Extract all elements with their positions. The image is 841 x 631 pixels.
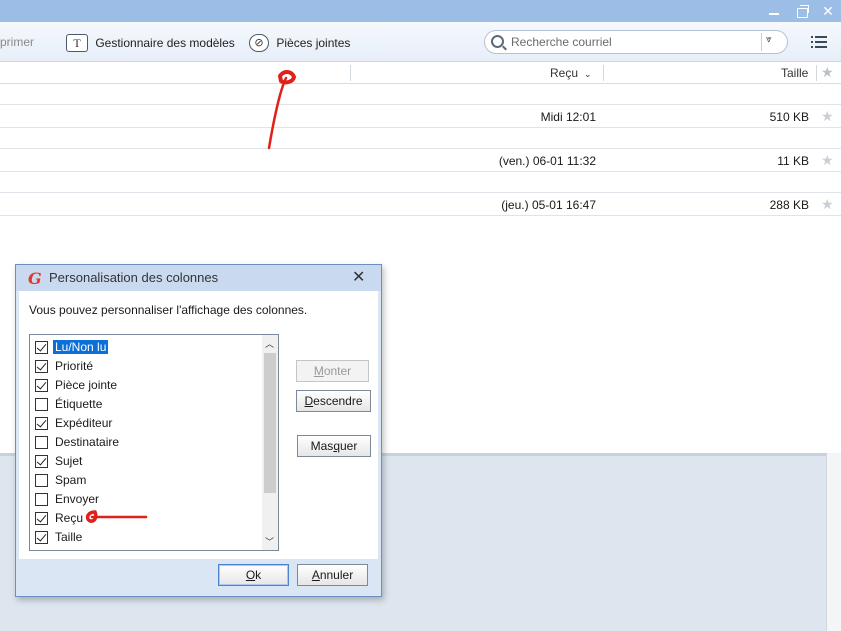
column-option-label: Reçu	[55, 511, 84, 525]
column-option-label: Lu/Non lu	[51, 339, 110, 355]
window-titlebar: ✕	[0, 0, 841, 22]
column-option-label: Taille	[55, 530, 83, 544]
columns-listbox[interactable]: Lu/Non lu Priorité Pièce jointe Étiquette Ex…	[29, 334, 279, 551]
search-separator	[761, 33, 762, 51]
row-received: (jeu.) 05-01 16:47	[501, 198, 596, 212]
row-size: 288 KB	[769, 198, 809, 212]
attachments-label: Pièces jointes	[276, 36, 351, 50]
column-checkbox[interactable]	[35, 398, 48, 411]
template-icon: T	[66, 34, 88, 52]
column-option[interactable]: Sujet	[35, 452, 255, 471]
row-size: 510 KB	[769, 110, 809, 124]
column-option-label: Destinataire	[55, 435, 120, 449]
column-customization-dialog: G Personalisation des colonnes ✕ Vous po…	[15, 264, 382, 597]
column-checkbox[interactable]	[35, 493, 48, 506]
column-option[interactable]: Priorité	[35, 357, 255, 376]
star-column-icon[interactable]: ★	[821, 64, 834, 81]
column-option[interactable]: Envoyer	[35, 490, 255, 509]
column-option-label: Envoyer	[55, 492, 100, 506]
star-icon[interactable]: ★	[821, 196, 834, 213]
print-button[interactable]: primer	[0, 34, 34, 49]
column-option[interactable]: Taille	[35, 528, 255, 547]
column-option-label: Étiquette	[55, 397, 103, 411]
column-checkbox[interactable]	[35, 436, 48, 449]
column-checkbox[interactable]	[35, 417, 48, 430]
templates-manager-button[interactable]: T Gestionnaire des modèles	[66, 34, 235, 52]
column-checkbox[interactable]	[35, 512, 48, 525]
listbox-scrollbar[interactable]: ︿ ﹀	[262, 335, 278, 550]
row-received: (ven.) 06-01 11:32	[498, 154, 596, 168]
column-option[interactable]: Lu/Non lu	[35, 338, 255, 357]
templates-label: Gestionnaire des modèles	[95, 36, 235, 50]
column-option[interactable]: Reçu	[35, 509, 255, 528]
column-header-received[interactable]: Reçu ⌄	[550, 66, 592, 80]
dialog-close-icon[interactable]: ✕	[352, 267, 365, 287]
row-received: Midi 12:01	[540, 110, 596, 124]
column-option[interactable]: Étiquette	[35, 395, 255, 414]
column-separator[interactable]	[350, 65, 351, 81]
table-row[interactable]: (jeu.) 05-01 16:47 288 KB ★	[0, 193, 841, 216]
column-option-label: Spam	[55, 473, 87, 487]
menu-icon[interactable]	[811, 36, 827, 48]
column-option-label: Priorité	[55, 359, 94, 373]
message-list-header: Reçu ⌄ Taille ★	[0, 62, 841, 84]
column-checkbox[interactable]	[35, 360, 48, 373]
dialog-description: Vous pouvez personnaliser l'affichage de…	[29, 303, 308, 317]
star-icon[interactable]: ★	[821, 152, 834, 169]
restore-icon[interactable]	[794, 3, 810, 19]
dialog-titlebar: G Personalisation des colonnes ✕	[16, 265, 381, 291]
column-option-label: Sujet	[55, 454, 83, 468]
print-label: primer	[0, 34, 35, 49]
column-checkbox[interactable]	[35, 341, 48, 354]
star-icon[interactable]: ★	[821, 108, 834, 125]
column-checkbox[interactable]	[35, 379, 48, 392]
chevron-up-icon[interactable]: ︿	[265, 337, 274, 350]
column-separator[interactable]	[603, 65, 604, 81]
column-header-size[interactable]: Taille	[781, 66, 808, 80]
row-size: 11 KB	[777, 154, 809, 168]
table-row[interactable]: Midi 12:01 510 KB ★	[0, 105, 841, 128]
column-option-label: Pièce jointe	[55, 378, 118, 392]
column-checkbox[interactable]	[35, 474, 48, 487]
column-option[interactable]: Destinataire	[35, 433, 255, 452]
close-icon[interactable]: ✕	[820, 3, 836, 19]
chevron-down-icon[interactable]: ﹀	[265, 535, 274, 548]
move-up-button[interactable]: Monter	[296, 360, 369, 382]
minimize-icon[interactable]	[766, 3, 782, 19]
column-separator[interactable]	[816, 65, 817, 81]
hide-column-button[interactable]: Masquer	[297, 435, 371, 457]
mail-search-box: ⩔	[484, 30, 788, 54]
app-logo-icon: G	[28, 269, 42, 288]
chevron-down-icon[interactable]: ⩔	[766, 34, 772, 45]
column-checkbox[interactable]	[35, 531, 48, 544]
column-option-label: Expéditeur	[55, 416, 113, 430]
preview-scrollbar[interactable]	[826, 453, 841, 631]
table-row[interactable]	[0, 84, 841, 105]
column-option[interactable]: Spam	[35, 471, 255, 490]
dialog-title: Personalisation des colonnes	[49, 270, 219, 285]
table-row[interactable]	[0, 172, 841, 193]
column-option[interactable]: Expéditeur	[35, 414, 255, 433]
column-option[interactable]: Pièce jointe	[35, 376, 255, 395]
cancel-button[interactable]: Annuler	[297, 564, 368, 586]
dialog-body: Vous pouvez personnaliser l'affichage de…	[19, 291, 378, 559]
move-down-button[interactable]: Descendre	[296, 390, 371, 412]
column-checkbox[interactable]	[35, 455, 48, 468]
scrollbar-thumb[interactable]	[264, 353, 276, 493]
table-row[interactable]: (ven.) 06-01 11:32 11 KB ★	[0, 149, 841, 172]
table-row[interactable]	[0, 128, 841, 149]
ok-button[interactable]: Ok	[218, 564, 289, 586]
search-icon[interactable]	[491, 35, 504, 48]
mail-search-input[interactable]	[511, 33, 743, 51]
attachments-button[interactable]: ⊘ Pièces jointes	[249, 34, 350, 52]
sort-chevron-icon: ⌄	[584, 69, 592, 79]
dialog-footer: Ok Annuler	[19, 559, 378, 594]
paperclip-icon: ⊘	[249, 34, 269, 52]
